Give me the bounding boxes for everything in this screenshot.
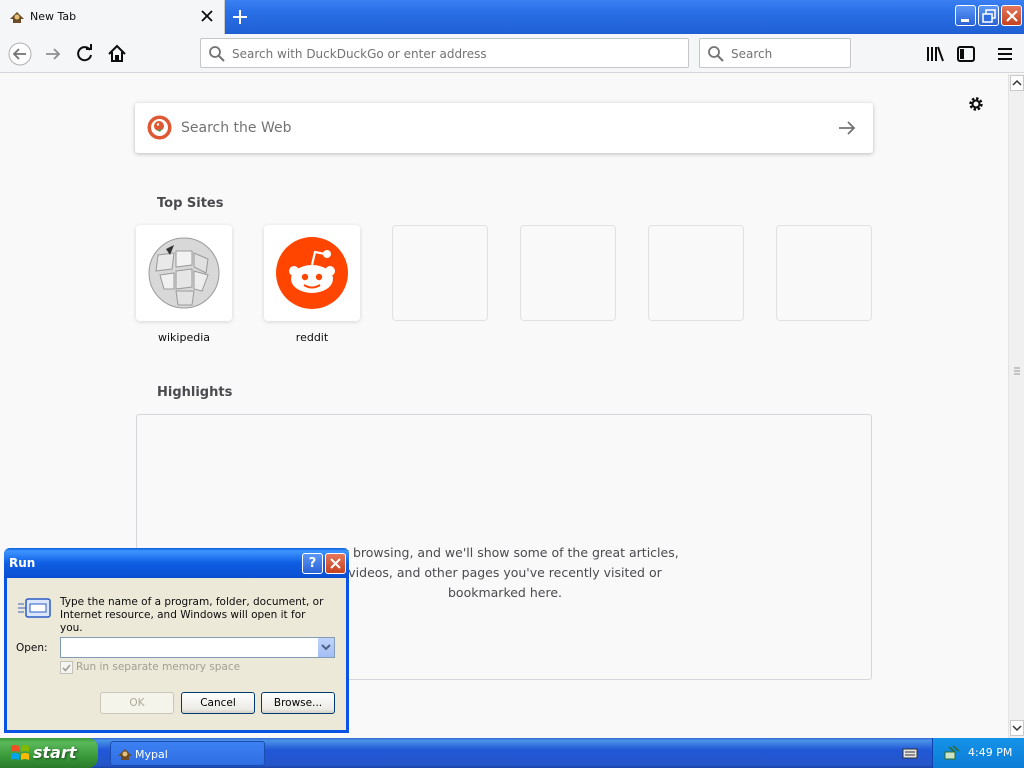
home-icon[interactable] bbox=[105, 42, 129, 66]
ok-button[interactable]: OK bbox=[100, 692, 174, 714]
minimize-icon bbox=[961, 19, 969, 22]
cancel-button[interactable]: Cancel bbox=[181, 692, 255, 714]
chevron-up-icon bbox=[1012, 79, 1022, 86]
web-search-placeholder: Search the Web bbox=[181, 120, 292, 136]
minimize-button[interactable] bbox=[955, 5, 976, 26]
top-site-tile-wikipedia[interactable] bbox=[136, 225, 232, 321]
browse-button[interactable]: Browse... bbox=[261, 692, 335, 714]
scroll-down-button[interactable] bbox=[1010, 720, 1024, 736]
search-placeholder: Search bbox=[731, 47, 773, 61]
open-combobox[interactable] bbox=[60, 637, 335, 658]
open-label: Open: bbox=[16, 642, 48, 654]
taskbar-item-mypal[interactable]: Mypal bbox=[110, 741, 265, 766]
top-site-label-reddit: reddit bbox=[295, 331, 329, 344]
run-program-icon bbox=[18, 598, 51, 618]
separate-memory-checkbox[interactable] bbox=[60, 661, 73, 674]
chevron-down-icon bbox=[1012, 725, 1022, 732]
arrow-right-icon[interactable] bbox=[837, 118, 857, 138]
run-dialog-title: Run bbox=[9, 556, 36, 570]
top-site-label-wikipedia: wikipedia bbox=[157, 331, 210, 344]
reddit-logo-icon bbox=[276, 237, 348, 309]
address-bar[interactable]: Search with DuckDuckGo or enter address bbox=[200, 38, 689, 68]
restore-button[interactable] bbox=[978, 5, 999, 26]
close-tab-icon[interactable] bbox=[199, 8, 215, 24]
forward-arrow-icon[interactable] bbox=[41, 42, 65, 66]
scroll-up-button[interactable] bbox=[1010, 75, 1024, 91]
start-button[interactable]: start bbox=[0, 738, 98, 768]
hamburger-menu-icon[interactable] bbox=[993, 42, 1017, 66]
help-button[interactable]: ? bbox=[302, 553, 323, 574]
top-site-tile-empty[interactable] bbox=[648, 225, 744, 321]
tab-new-tab[interactable]: New Tab bbox=[0, 0, 225, 34]
taskbar: start Mypal 4:49 PM bbox=[0, 738, 1024, 768]
reload-icon[interactable] bbox=[73, 42, 97, 66]
open-dropdown-button[interactable] bbox=[317, 638, 334, 657]
highlights-heading: Highlights bbox=[157, 385, 233, 400]
tab-title: New Tab bbox=[30, 10, 77, 23]
run-dialog: Run ? Type the name of a program, folder… bbox=[4, 548, 349, 733]
new-tab-plus-icon[interactable] bbox=[229, 6, 251, 28]
taskbar-item-label: Mypal bbox=[135, 748, 168, 761]
system-tray: 4:49 PM bbox=[932, 738, 1024, 768]
search-icon bbox=[708, 46, 724, 62]
run-dialog-close-button[interactable] bbox=[325, 553, 346, 574]
start-label: start bbox=[33, 743, 77, 762]
close-icon bbox=[330, 558, 341, 569]
browser-titlebar: New Tab bbox=[0, 0, 1024, 34]
top-site-tile-empty[interactable] bbox=[392, 225, 488, 321]
gear-icon[interactable] bbox=[966, 94, 986, 114]
mypal-favicon-icon bbox=[10, 12, 24, 23]
mypal-app-icon bbox=[118, 749, 132, 760]
run-dialog-titlebar[interactable]: Run ? bbox=[4, 548, 349, 578]
chevron-down-icon bbox=[321, 644, 331, 651]
duckduckgo-logo-icon bbox=[147, 115, 172, 140]
window-close-button[interactable] bbox=[1001, 5, 1022, 26]
run-dialog-description: Type the name of a program, folder, docu… bbox=[60, 596, 324, 634]
navigation-toolbar: Search with DuckDuckGo or enter address … bbox=[0, 34, 1024, 73]
sidebar-icon[interactable] bbox=[954, 42, 978, 66]
keyboard-icon[interactable] bbox=[902, 746, 918, 760]
vertical-scrollbar[interactable] bbox=[1008, 74, 1024, 738]
top-site-tile-empty[interactable] bbox=[776, 225, 872, 321]
scroll-grip-icon bbox=[1014, 367, 1020, 375]
search-icon bbox=[209, 46, 225, 62]
window-close-icon bbox=[1006, 10, 1018, 22]
windows-logo-icon bbox=[11, 745, 29, 760]
separate-memory-label: Run in separate memory space bbox=[76, 661, 241, 673]
wikipedia-globe-icon bbox=[148, 237, 220, 309]
taskbar-clock: 4:49 PM bbox=[968, 746, 1013, 759]
address-placeholder: Search with DuckDuckGo or enter address bbox=[232, 47, 487, 61]
top-site-tile-reddit[interactable] bbox=[264, 225, 360, 321]
web-search-box[interactable]: Search the Web bbox=[135, 103, 873, 153]
library-icon[interactable] bbox=[923, 42, 947, 66]
top-sites-heading: Top Sites bbox=[157, 196, 224, 211]
search-bar[interactable]: Search bbox=[699, 38, 851, 68]
top-site-tile-empty[interactable] bbox=[520, 225, 616, 321]
network-tray-icon[interactable] bbox=[943, 744, 961, 762]
restore-icon bbox=[982, 9, 996, 23]
back-arrow-icon[interactable] bbox=[8, 42, 32, 66]
checkmark-icon bbox=[62, 664, 71, 672]
